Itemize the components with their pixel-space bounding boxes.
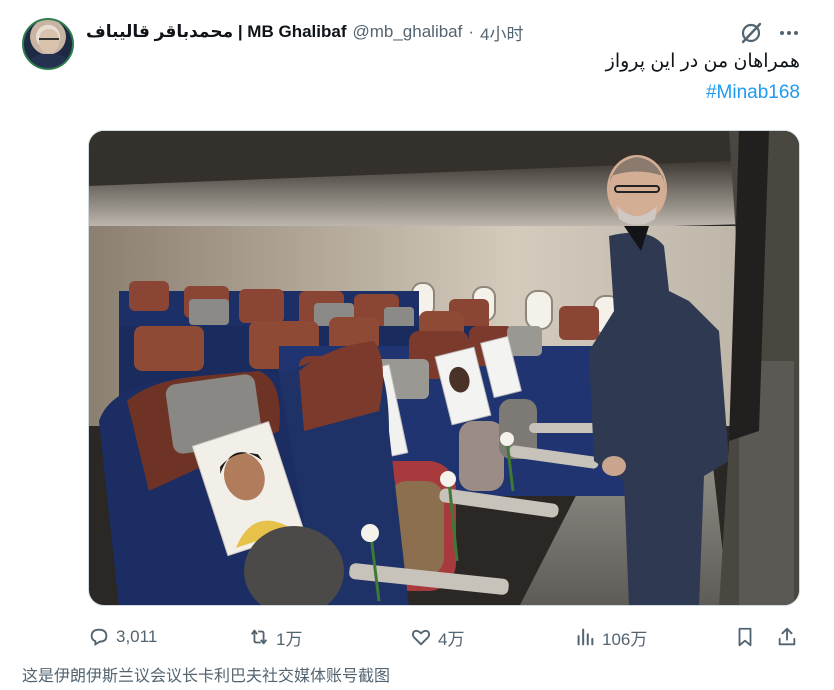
share-button[interactable] (776, 620, 798, 654)
avatar[interactable] (22, 18, 74, 70)
bookmark-icon (738, 627, 752, 647)
reply-button[interactable]: 3,011 (88, 620, 157, 654)
more-icon[interactable] (776, 20, 802, 46)
timestamp[interactable]: 4小时 (480, 20, 523, 45)
tweet[interactable]: محمدباقر قالیباف | MB Ghalibaf @mb_ghali… (0, 0, 834, 660)
like-count: 4万 (438, 629, 465, 649)
tweet-header: محمدباقر قالیباف | MB Ghalibaf @mb_ghali… (86, 18, 524, 46)
views-icon (577, 628, 594, 646)
hashtag-link[interactable]: #Minab168 (706, 82, 800, 104)
reply-icon (90, 628, 108, 646)
separator-dot: · (468, 22, 475, 41)
like-button[interactable]: 4万 (410, 620, 464, 654)
airplane-cabin-photo (89, 131, 799, 605)
like-icon (411, 629, 431, 646)
share-icon (778, 627, 796, 646)
repost-count: 1万 (276, 629, 303, 649)
repost-button[interactable]: 1万 (248, 620, 302, 654)
repost-icon (250, 629, 268, 645)
image-caption: 这是伊朗伊斯兰议会议长卡利巴夫社交媒体账号截图 (22, 668, 391, 685)
reply-count: 3,011 (116, 627, 158, 646)
views-count: 106万 (602, 629, 648, 649)
author-handle[interactable]: @mb_ghalibaf (352, 22, 462, 42)
views-button[interactable]: 106万 (574, 620, 647, 654)
author-name[interactable]: محمدباقر قالیباف | MB Ghalibaf (86, 22, 346, 42)
bookmark-button[interactable] (734, 620, 756, 654)
tweet-actions: 3,011 1万 4万 106万 (0, 620, 834, 654)
tweet-photo[interactable] (88, 130, 800, 606)
grok-icon[interactable] (738, 20, 764, 46)
tweet-text: همراهان من در این پرواز (605, 51, 800, 72)
